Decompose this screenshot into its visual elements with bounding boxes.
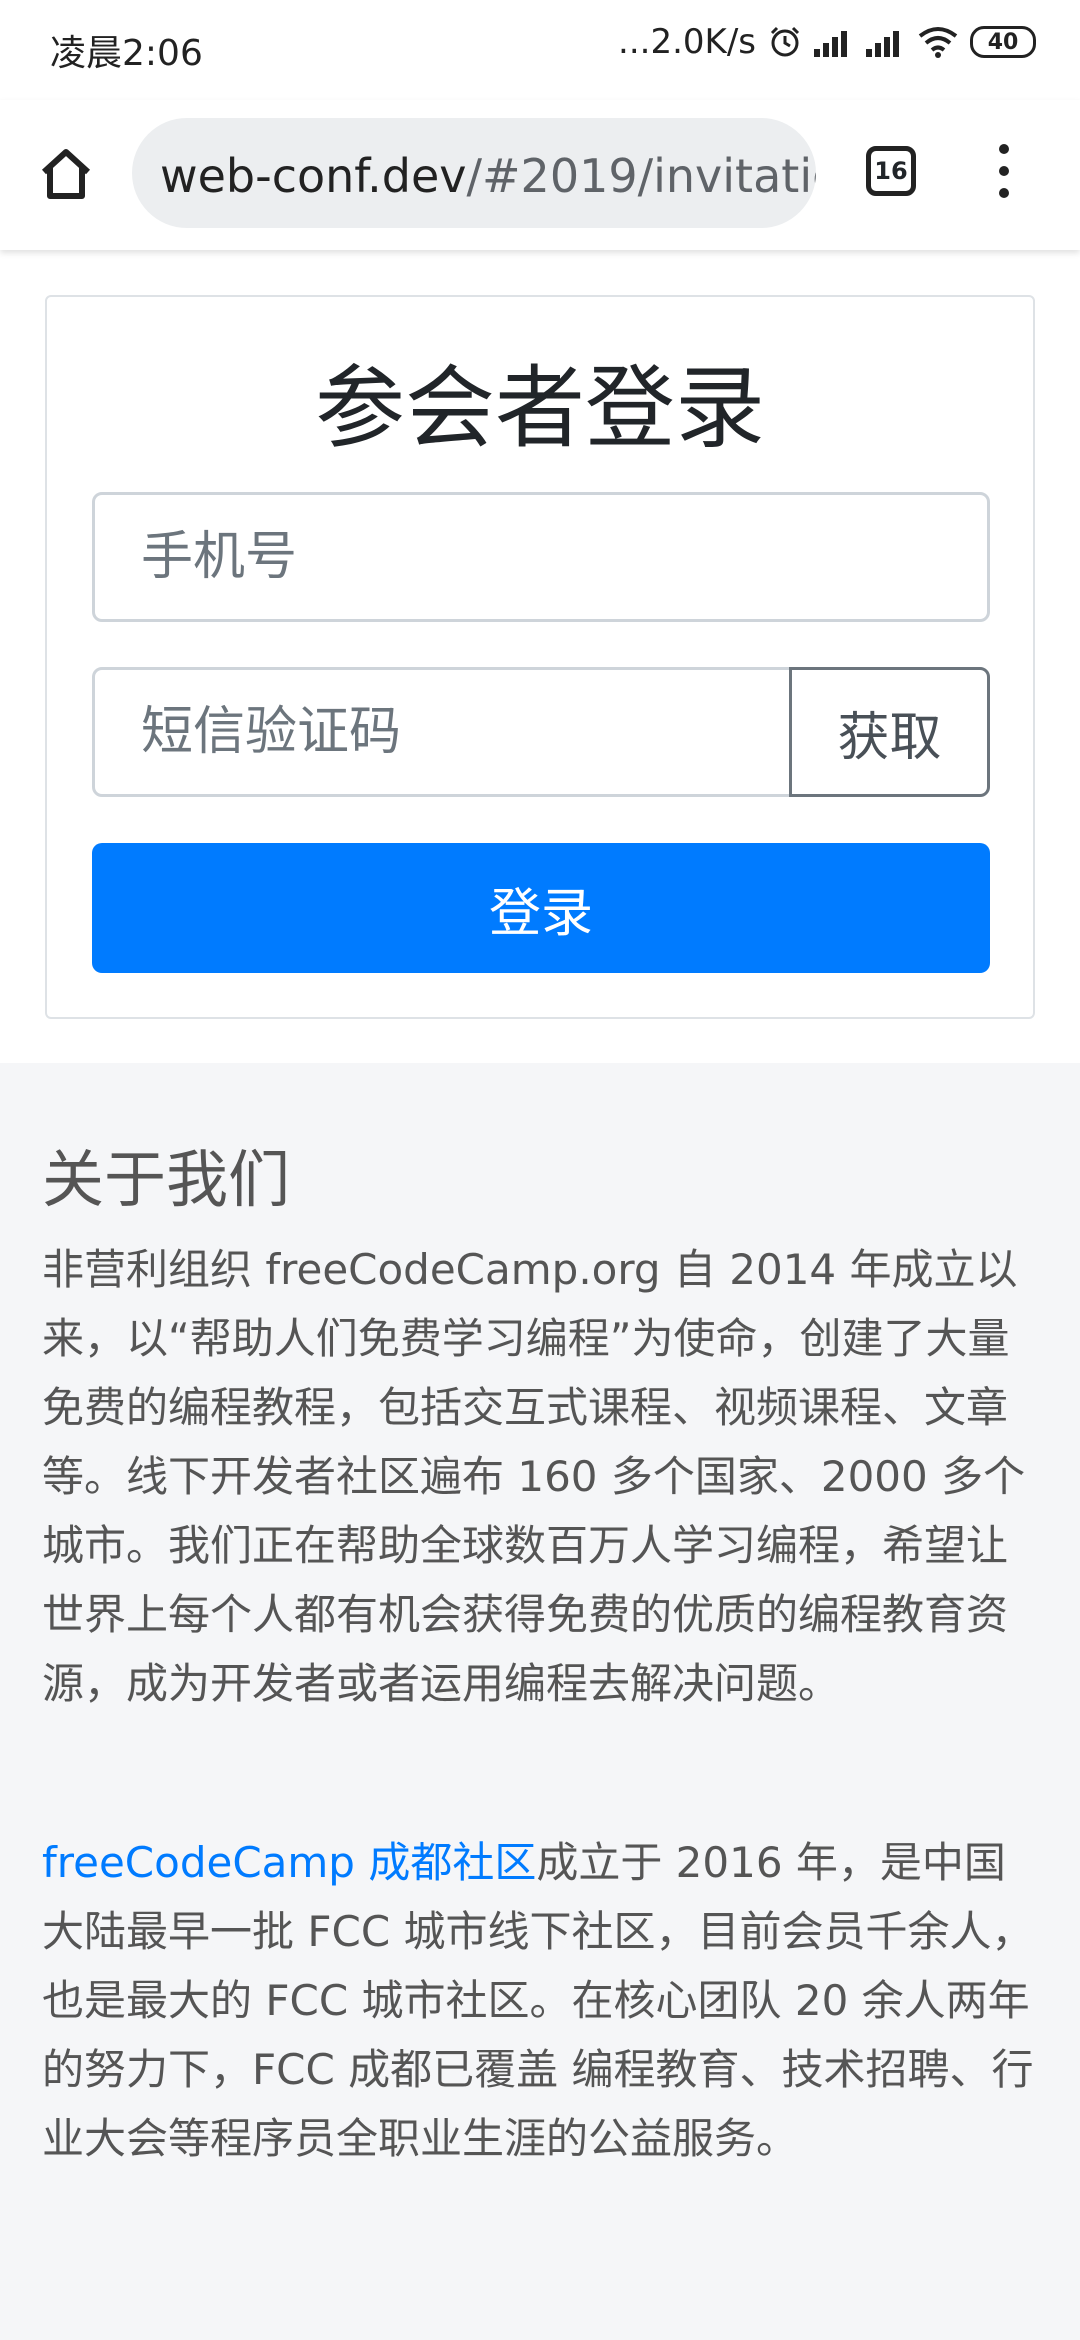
status-time: 凌晨2:06 — [50, 33, 203, 74]
status-bar: 凌晨2:06 ...2.0K/s 40 — [0, 0, 1080, 100]
network-speed: ...2.0K/s — [618, 22, 756, 62]
signal-icon — [814, 27, 854, 57]
phone-input[interactable]: 手机号 — [92, 492, 990, 622]
about-title: 关于我们 — [42, 1143, 291, 1216]
browser-toolbar: web-conf.dev/#2019/invitation 16 — [0, 100, 1080, 250]
sms-placeholder: 短信验证码 — [141, 702, 402, 762]
about-section: 关于我们 非营利组织 freeCodeCamp.org 自 2014 年成立以来… — [0, 1063, 1080, 2340]
home-icon[interactable] — [36, 144, 96, 204]
more-menu-icon[interactable] — [996, 144, 1012, 204]
address-bar[interactable]: web-conf.dev/#2019/invitation — [132, 118, 816, 228]
login-title: 参会者登录 — [315, 356, 765, 461]
phone-placeholder: 手机号 — [141, 527, 298, 587]
about-paragraph-2: freeCodeCamp 成都社区成立于 2016 年，是中国大陆最早一批 FC… — [42, 1828, 1042, 2173]
login-button[interactable]: 登录 — [92, 843, 990, 973]
about-paragraph-1: 非营利组织 freeCodeCamp.org 自 2014 年成立以来，以“帮助… — [42, 1245, 1026, 1708]
status-icons: ...2.0K/s 40 — [618, 22, 1036, 62]
hd-signal-icon — [866, 27, 906, 57]
login-card: 参会者登录 手机号 短信验证码 获取 登录 — [45, 295, 1035, 1019]
login-button-label: 登录 — [488, 883, 593, 944]
fcc-chengdu-link[interactable]: freeCodeCamp 成都社区 — [42, 1838, 536, 1887]
tab-switcher-button[interactable]: 16 — [866, 146, 916, 196]
alarm-icon — [770, 26, 800, 57]
url-text: web-conf.dev/#2019/invitation — [160, 149, 816, 203]
url-domain: web-conf.dev — [160, 149, 467, 203]
get-code-label: 获取 — [837, 707, 942, 768]
get-code-button[interactable]: 获取 — [789, 667, 990, 797]
url-path: /#2019/invitation — [466, 149, 816, 203]
battery-icon: 40 — [970, 26, 1036, 58]
tab-count: 16 — [874, 157, 908, 185]
wifi-icon — [918, 27, 958, 58]
sms-code-input[interactable]: 短信验证码 — [92, 667, 792, 797]
